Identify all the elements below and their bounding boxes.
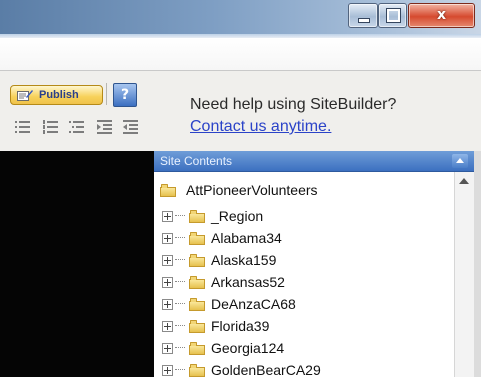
tree-item-label: Alabama34: [211, 230, 282, 246]
folder-icon: [189, 209, 205, 223]
site-contents-panel: Site Contents AttPioneerVolunteers _Regi…: [154, 151, 481, 377]
tree-scrollbar[interactable]: [454, 172, 475, 377]
tree-connector: [175, 347, 185, 349]
panel-title: Site Contents: [160, 154, 233, 168]
publish-button[interactable]: Publish: [10, 85, 103, 105]
publish-icon: [17, 89, 33, 102]
tree-item-label: Arkansas52: [211, 274, 285, 290]
tree-root[interactable]: AttPioneerVolunteers: [160, 182, 318, 198]
tree-item-label: Florida39: [211, 318, 270, 334]
editor-canvas[interactable]: [0, 151, 154, 377]
tree-item-label: _Region: [211, 208, 264, 224]
tree-item[interactable]: _Region: [162, 206, 263, 226]
help-text: Need help using SiteBuilder?: [190, 96, 397, 113]
tree-item[interactable]: GoldenBearCA29: [162, 360, 321, 377]
help-button[interactable]: ?: [113, 83, 137, 107]
tree-item[interactable]: Alaska159: [162, 250, 276, 270]
expand-icon[interactable]: [162, 342, 173, 354]
expand-icon[interactable]: [162, 254, 173, 266]
folder-icon: [189, 231, 205, 245]
folder-icon: [189, 319, 205, 333]
outdent-icon[interactable]: [122, 119, 140, 135]
folder-icon: [160, 183, 176, 197]
tree-item[interactable]: DeAnzaCA68: [162, 294, 296, 314]
tree-item-label: Alaska159: [211, 252, 277, 268]
indent-icon[interactable]: [96, 119, 114, 135]
close-button[interactable]: x: [408, 3, 475, 28]
expand-icon[interactable]: [162, 364, 173, 376]
publish-label: Publish: [39, 89, 79, 101]
question-icon: ?: [120, 87, 130, 103]
multilevel-list-icon[interactable]: [68, 119, 86, 135]
expand-icon[interactable]: [162, 320, 173, 332]
tree-connector: [175, 237, 185, 239]
panel-edge: [474, 151, 481, 377]
tree-item-label: GoldenBearCA29: [211, 362, 321, 377]
tree-connector: [175, 303, 185, 305]
collapse-icon[interactable]: [452, 154, 468, 168]
contact-link[interactable]: Contact us anytime.: [190, 118, 331, 136]
toolbar-separator: [106, 83, 107, 105]
tree-connector: [175, 259, 185, 261]
close-icon: x: [436, 7, 447, 23]
scroll-up-icon[interactable]: [459, 178, 469, 184]
maximize-icon: [386, 8, 401, 23]
bullet-list-icon[interactable]: [14, 119, 32, 135]
expand-icon[interactable]: [162, 232, 173, 244]
expand-icon[interactable]: [162, 298, 173, 310]
numbered-list-icon[interactable]: [42, 119, 60, 135]
top-band: [0, 38, 481, 71]
folder-icon: [189, 275, 205, 289]
folder-icon: [189, 297, 205, 311]
tree-connector: [175, 369, 185, 371]
expand-icon[interactable]: [162, 276, 173, 288]
tree-item-label: DeAnzaCA68: [211, 296, 296, 312]
tree-connector: [175, 281, 185, 283]
folder-icon: [189, 341, 205, 355]
tree-root-label: AttPioneerVolunteers: [186, 182, 318, 198]
tree-item-label: Georgia124: [211, 340, 285, 356]
panel-header: Site Contents: [154, 151, 474, 172]
tree-item[interactable]: Georgia124: [162, 338, 284, 358]
folder-icon: [189, 363, 205, 377]
tree-connector: [175, 215, 185, 217]
tree-connector: [175, 325, 185, 327]
folder-icon: [189, 253, 205, 267]
maximize-button[interactable]: [378, 3, 407, 28]
minimize-button[interactable]: [348, 3, 378, 28]
tree-item[interactable]: Florida39: [162, 316, 269, 336]
tree-item[interactable]: Arkansas52: [162, 272, 285, 292]
tree-item[interactable]: Alabama34: [162, 228, 282, 248]
expand-icon[interactable]: [162, 210, 173, 222]
minimize-icon: [358, 18, 370, 23]
site-tree: AttPioneerVolunteers _Region Alabama34 A…: [154, 172, 454, 377]
